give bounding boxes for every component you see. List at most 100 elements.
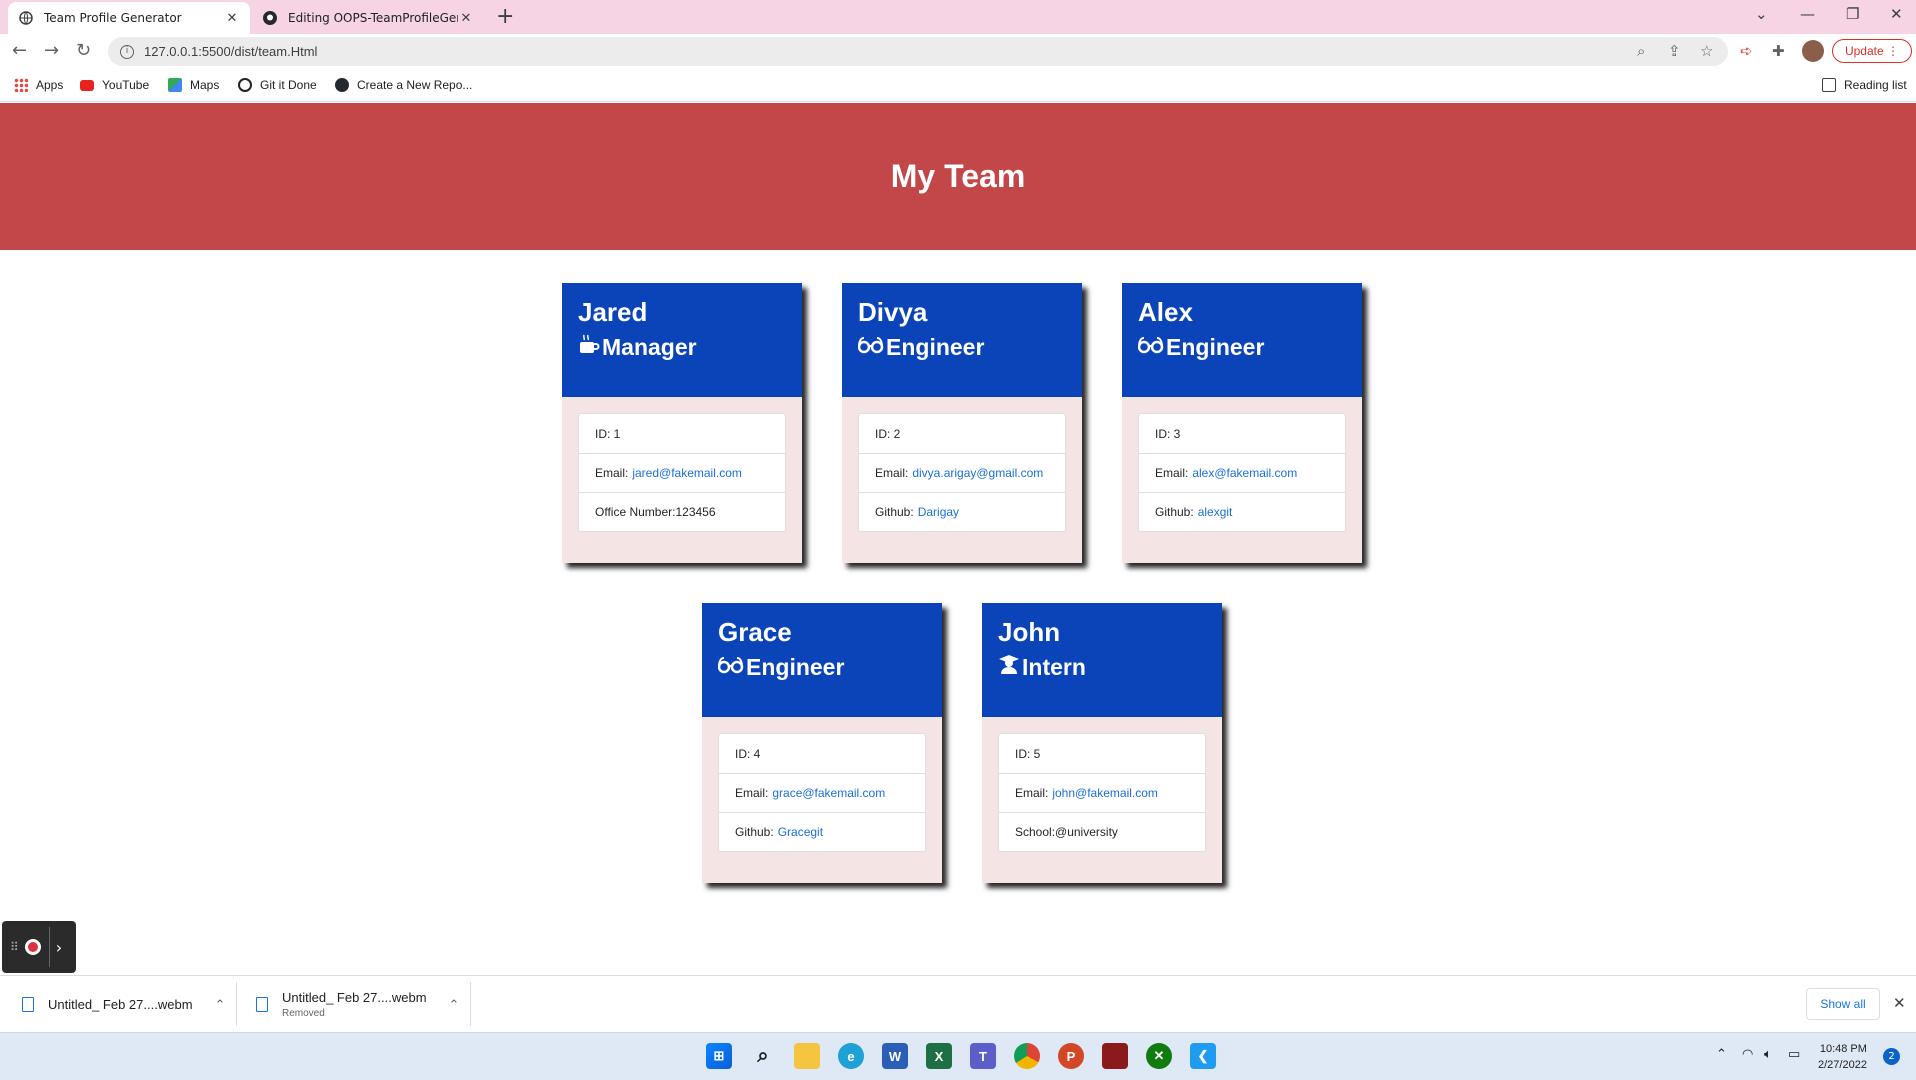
employee-role: Manager [578, 329, 786, 365]
globe-icon [18, 10, 34, 26]
download-item[interactable]: Untitled_ Feb 27....webm Removed ⌃ [256, 976, 459, 1033]
role-label: Engineer [1166, 334, 1265, 360]
employee-card: Divya Engineer ID: 2 Email: divya.arigay@gma… [842, 283, 1082, 563]
employee-role: Engineer [857, 329, 1066, 365]
employee-name: John [998, 617, 1061, 647]
apps-grid-icon [14, 78, 28, 92]
screen-recorder-widget[interactable]: ⠿ › [2, 921, 76, 973]
chrome-icon[interactable] [1014, 1043, 1040, 1069]
download-filename: Untitled_ Feb 27....webm [282, 990, 427, 1005]
employee-name: Divya [858, 297, 928, 327]
expand-chevron-icon[interactable]: › [56, 938, 62, 957]
tab-close-icon[interactable]: ✕ [224, 11, 240, 26]
download-filename: Untitled_ Feb 27....webm [48, 997, 193, 1012]
restore-icon[interactable]: ❐ [1846, 5, 1859, 23]
employee-card: Jared Manager ID: 1 Email: jared@fakemail.co… [562, 283, 802, 563]
email-link[interactable]: alex@fakemail.com [1192, 466, 1297, 480]
excel-icon[interactable]: X [926, 1043, 952, 1069]
close-downloads-icon[interactable]: ✕ [1893, 994, 1906, 1012]
volume-icon[interactable]: 🔈︎ [1764, 1047, 1772, 1062]
card-body: ID: 1 Email: jared@fakemail.com Office Numb… [562, 397, 802, 548]
tab-close-icon[interactable]: ✕ [458, 11, 474, 26]
site-info-icon[interactable]: i [120, 44, 134, 59]
windows-start-icon[interactable]: ⊞ [706, 1043, 732, 1069]
new-tab-icon[interactable]: + [496, 4, 514, 29]
back-icon[interactable]: ← [12, 40, 27, 61]
zoom-icon[interactable]: ⌕ [1637, 42, 1645, 60]
github-link[interactable]: Gracegit [778, 825, 823, 839]
employee-extra-row: Github: Gracegit [719, 812, 925, 851]
role-label: Manager [602, 334, 697, 360]
employee-card: Grace Engineer ID: 4 Email: grace@fakemail.c… [702, 603, 942, 883]
chevron-up-icon[interactable]: ⌃ [215, 997, 226, 1013]
drag-handle-icon[interactable]: ⠿ [10, 940, 19, 954]
bookmark-youtube[interactable]: YouTube [80, 78, 149, 92]
employee-id: ID: 5 [1015, 746, 1041, 761]
vscode-icon[interactable]: ❮ [1190, 1043, 1216, 1069]
wifi-icon[interactable]: ◠ [1742, 1047, 1753, 1062]
maps-icon [168, 78, 182, 92]
taskbar-clock[interactable]: 10:48 PM 2/27/2022 [1818, 1041, 1867, 1073]
github-link[interactable]: Darigay [918, 505, 959, 519]
github-icon [335, 78, 349, 92]
windows-taskbar: ⊞ ⌕ e W X T P ✕ ❮ ⌃ ◠ 🔈︎ ▭ 10:48 PM 2/27… [0, 1032, 1916, 1080]
video-file-icon [22, 997, 34, 1012]
stop-recording-icon[interactable] [24, 939, 41, 955]
extensions-puzzle-icon[interactable]: ✚ [1772, 42, 1785, 60]
card-body: ID: 3 Email: alex@fakemail.com Github: alexg… [1122, 397, 1362, 548]
extra-value: 123456 [675, 505, 716, 519]
tab-editing-oops[interactable]: Editing OOPS-TeamProfileGenera ✕ [252, 2, 484, 34]
employee-name: Jared [578, 297, 648, 327]
xbox-icon[interactable]: ✕ [1146, 1043, 1172, 1069]
bookmark-create-new-repo[interactable]: Create a New Repo... [335, 78, 472, 92]
tab-title: Editing OOPS-TeamProfileGenera [288, 11, 458, 25]
profile-avatar[interactable] [1802, 40, 1824, 62]
bookmark-maps[interactable]: Maps [168, 78, 219, 92]
role-label: Engineer [886, 334, 985, 360]
search-icon[interactable]: ⌕ [750, 1043, 776, 1069]
bookmark-star-icon[interactable]: ☆ [1700, 42, 1713, 60]
email-link[interactable]: john@fakemail.com [1052, 786, 1158, 800]
bookmark-apps[interactable]: Apps [14, 78, 63, 92]
edge-icon[interactable]: e [838, 1043, 864, 1069]
download-item[interactable]: Untitled_ Feb 27....webm ⌃ [22, 976, 225, 1033]
bookmark-git-it-done[interactable]: Git it Done [238, 78, 317, 92]
address-url: 127.0.0.1:5500/dist/team.Html [144, 44, 318, 59]
employee-extra-row: School: @university [999, 812, 1205, 851]
reading-list-icon [1822, 78, 1836, 92]
update-button[interactable]: Update ⋮ [1832, 39, 1912, 63]
email-link[interactable]: divya.arigay@gmail.com [912, 466, 1043, 480]
glasses-icon [717, 649, 746, 685]
file-explorer-icon[interactable] [794, 1043, 820, 1069]
reload-icon[interactable]: ↻ [76, 40, 91, 61]
employee-extra-row: Office Number: 123456 [579, 492, 785, 531]
coffee-mug-icon [578, 329, 602, 365]
reading-list[interactable]: Reading list [1822, 78, 1907, 92]
email-link[interactable]: grace@fakemail.com [772, 786, 885, 800]
chevron-up-icon[interactable]: ⌃ [449, 997, 460, 1013]
app-icon[interactable] [1102, 1043, 1128, 1069]
minimize-icon[interactable]: — [1800, 5, 1815, 23]
role-label: Engineer [746, 654, 845, 680]
tab-search-chevron-icon[interactable]: ⌄ [1755, 5, 1768, 23]
github-link[interactable]: alexgit [1198, 505, 1233, 519]
browser-tab-bar: Team Profile Generator ✕ Editing OOPS-Te… [0, 0, 1916, 34]
employee-card: John Intern ID: 5 Email: john@fakemail.com Sc… [982, 603, 1222, 883]
forward-icon[interactable]: → [44, 40, 59, 61]
show-all-button[interactable]: Show all [1806, 988, 1880, 1020]
address-bar[interactable]: i 127.0.0.1:5500/dist/team.Html [108, 37, 1728, 66]
page-title: My Team [890, 158, 1026, 194]
close-window-icon[interactable]: ✕ [1890, 5, 1903, 23]
graduate-icon [998, 649, 1022, 685]
powerpoint-icon[interactable]: P [1058, 1043, 1084, 1069]
notification-badge[interactable]: 2 [1883, 1048, 1900, 1065]
employee-role: Engineer [717, 649, 926, 685]
email-link[interactable]: jared@fakemail.com [632, 466, 742, 480]
teams-icon[interactable]: T [970, 1043, 996, 1069]
tray-chevron-icon[interactable]: ⌃ [1716, 1047, 1727, 1062]
battery-icon[interactable]: ▭ [1788, 1047, 1800, 1062]
word-icon[interactable]: W [882, 1043, 908, 1069]
share-icon[interactable]: ⇪ [1668, 42, 1681, 60]
tab-team-profile-generator[interactable]: Team Profile Generator ✕ [8, 2, 250, 34]
extension-record-icon[interactable]: ➪ [1740, 42, 1753, 60]
